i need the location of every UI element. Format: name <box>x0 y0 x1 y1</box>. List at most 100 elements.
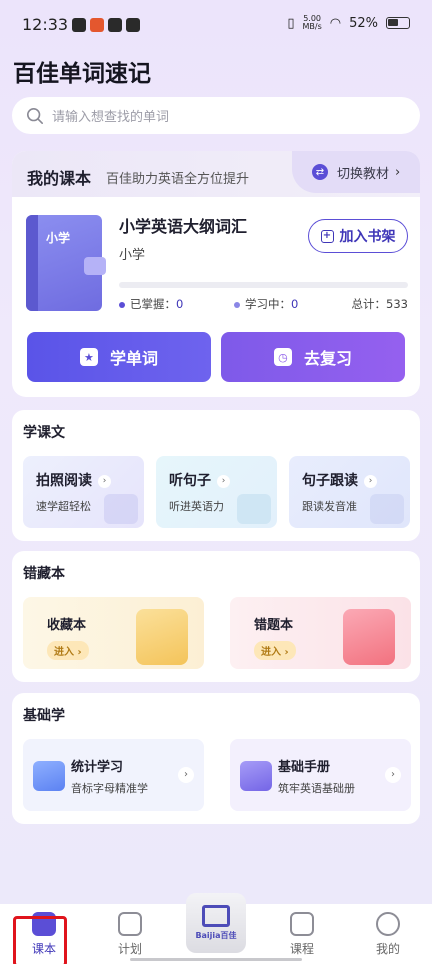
status-bar: 12:33 ▯ 5.00 MB/s ◠ 52% <box>0 0 432 50</box>
search-icon <box>26 107 44 124</box>
card-subtitle: 音标字母精准学 <box>71 782 148 795</box>
mastered-dot <box>119 301 125 308</box>
card-subtitle: 听进英语力 <box>169 500 224 513</box>
photo-reading-card[interactable]: 拍照阅读 › 速学超轻松 <box>23 456 144 528</box>
review-label: 去复习 <box>303 349 352 368</box>
nav-item-profile[interactable]: 我的 <box>358 912 418 957</box>
learning-label: 学习中： <box>245 297 291 311</box>
chevron-right-icon: › <box>364 475 377 488</box>
chevron-right-icon: › <box>98 475 111 488</box>
home-indicator <box>130 958 302 961</box>
card-title: 句子跟读 › <box>302 470 377 490</box>
nav-label: 我的 <box>375 942 400 956</box>
card-subtitle: 筑牢英语基础册 <box>278 782 355 795</box>
learning-stat: 学习中：0 <box>234 296 298 312</box>
add-to-shelf-label: 加入书架 <box>339 229 396 245</box>
my-book-subtitle: 百佳助力英语全方位提升 <box>106 172 250 187</box>
card-title: 错题本 <box>254 618 294 633</box>
battery-icon <box>386 17 410 29</box>
total-value: 533 <box>386 297 408 311</box>
enter-badge[interactable]: 进入 › <box>254 641 296 660</box>
open-book-logo-icon <box>202 905 230 927</box>
my-book-header: 我的课本 百佳助力英语全方位提升 ⇄ 切换教材 › <box>12 151 420 197</box>
card-subtitle: 跟读发音准 <box>302 500 357 513</box>
search-bar[interactable]: 请输入想查找的单词 <box>12 97 420 134</box>
enter-label: 进入 <box>261 647 281 658</box>
switch-textbook-button[interactable]: ⇄ 切换教材 › <box>292 151 420 193</box>
chevron-right-icon: › <box>217 475 230 488</box>
book-spine <box>26 215 38 311</box>
switch-icon: ⇄ <box>312 164 328 180</box>
card-title: 听句子 › <box>169 470 230 490</box>
card-subtitle: 速学超轻松 <box>36 500 91 513</box>
learning-dot <box>234 301 240 308</box>
profile-icon <box>376 912 400 936</box>
center-logo-button[interactable]: Baijia百佳 <box>186 893 246 953</box>
section-title: 学课文 <box>23 425 65 441</box>
notification-icon <box>90 18 104 32</box>
stats-study-card[interactable]: 统计学习 音标字母精准学 › <box>23 739 204 811</box>
learn-words-button[interactable]: ★ 学单词 <box>27 332 211 382</box>
search-placeholder: 请输入想查找的单词 <box>52 110 170 125</box>
enter-badge[interactable]: 进入 › <box>47 641 89 660</box>
chevron-right-icon: › <box>385 767 401 783</box>
status-time: 12:33 <box>22 15 69 34</box>
plus-icon: + <box>320 229 334 243</box>
book-cover-label: 小学 <box>46 231 71 245</box>
card-title: 统计学习 <box>71 760 124 775</box>
mastered-stat: 已掌握：0 <box>119 296 183 312</box>
wifi-icon: ◠ <box>329 15 342 31</box>
card-title: 拍照阅读 › <box>36 470 111 490</box>
favorites-book-card[interactable]: 收藏本 进入 › <box>23 597 204 669</box>
card-title-text: 拍照阅读 <box>36 473 92 489</box>
alarm-clock-icon: ◷ <box>273 348 292 366</box>
book-cover[interactable]: 小学 <box>26 215 106 311</box>
mistakes-book-card[interactable]: 错题本 进入 › <box>230 597 411 669</box>
star-card-icon: ★ <box>79 348 98 366</box>
collections-section: 错藏本 收藏本 进入 › 错题本 进入 › <box>12 551 420 682</box>
book-strap <box>84 257 106 275</box>
section-title: 错藏本 <box>23 566 65 582</box>
battery-text: 52% <box>349 15 378 31</box>
mastered-label: 已掌握： <box>130 297 176 311</box>
speed-unit: MB/s <box>302 22 322 31</box>
app-title: 百佳单词速记 <box>13 61 151 87</box>
my-book-title: 我的课本 <box>27 169 92 188</box>
nav-item-courses[interactable]: 课程 <box>272 912 332 957</box>
card-title: 收藏本 <box>47 618 87 633</box>
book-level: 小学 <box>119 248 146 263</box>
notification-icon <box>108 18 122 32</box>
learn-text-section: 学课文 拍照阅读 › 速学超轻松 听句子 › 听进英语力 句子跟读 › 跟读发音准 <box>12 410 420 541</box>
learn-words-label: 学单词 <box>109 349 158 368</box>
calendar-clock-icon <box>118 912 142 936</box>
listener-icon <box>237 494 271 524</box>
sentence-follow-card[interactable]: 句子跟读 › 跟读发音准 <box>289 456 410 528</box>
card-title: 基础手册 <box>278 760 331 775</box>
listen-sentence-card[interactable]: 听句子 › 听进英语力 <box>156 456 277 528</box>
mastered-value: 0 <box>176 297 184 311</box>
add-to-shelf-button[interactable]: + 加入书架 <box>308 219 408 253</box>
logo-text: Baijia百佳 <box>195 931 237 940</box>
nav-item-plan[interactable]: 计划 <box>100 912 160 957</box>
nav-label: 课程 <box>289 942 314 956</box>
progress-bar <box>119 282 408 288</box>
selection-highlight <box>13 916 67 964</box>
book-name: 小学英语大纲词汇 <box>119 217 248 236</box>
my-book-card: 我的课本 百佳助力英语全方位提升 ⇄ 切换教材 › 小学 小学英语大纲词汇 小学… <box>12 151 420 397</box>
chevron-right-icon: › <box>395 164 401 180</box>
notification-icon <box>72 18 86 32</box>
nav-label: 计划 <box>117 942 142 956</box>
basics-section: 基础学 统计学习 音标字母精准学 › 基础手册 筑牢英语基础册 › <box>12 693 420 824</box>
bar-chart-icon <box>33 761 65 791</box>
network-speed: 5.00 MB/s <box>302 15 321 31</box>
section-title: 基础学 <box>23 708 65 724</box>
notification-icon <box>126 18 140 32</box>
basics-handbook-card[interactable]: 基础手册 筑牢英语基础册 › <box>230 739 411 811</box>
total-label: 总计： <box>351 297 387 311</box>
review-button[interactable]: ◷ 去复习 <box>221 332 405 382</box>
learning-value: 0 <box>291 297 299 311</box>
enter-label: 进入 <box>54 647 74 658</box>
card-title-text: 听句子 <box>169 473 211 489</box>
scroll-magnifier-icon <box>136 609 188 665</box>
chevron-right-icon: › <box>178 767 194 783</box>
